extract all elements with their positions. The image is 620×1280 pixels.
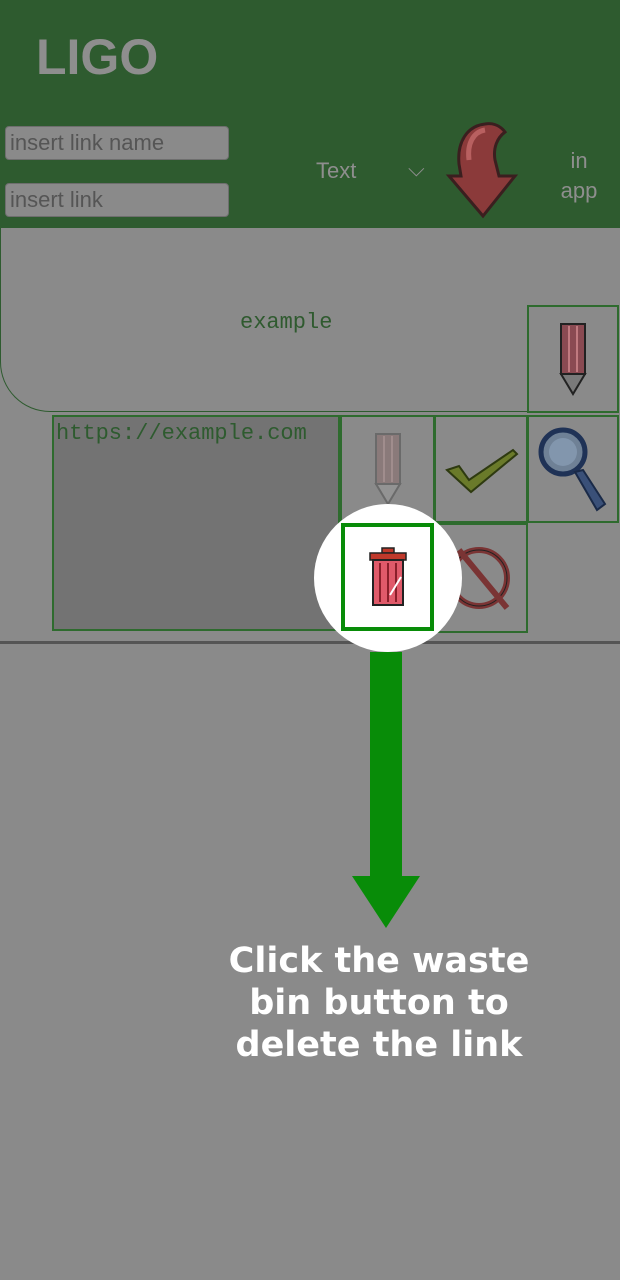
link-url-input[interactable] [6,184,236,216]
confirm-button[interactable] [434,415,528,523]
in-app-label: in app [560,148,598,203]
link-type-value: Text [316,158,357,183]
magnifier-icon [538,427,607,512]
link-type-select[interactable]: Text ⌵ [316,156,428,190]
link-item-url: https://example.com [56,421,307,446]
link-url-field[interactable] [5,183,236,217]
link-name-field[interactable] [5,126,236,160]
trash-icon [368,547,407,606]
pencil-icon [559,323,587,396]
add-link-button[interactable] [445,120,523,220]
down-arrow-icon [445,122,519,219]
app-title: LIGO [36,29,159,85]
open-link-button[interactable] [527,415,619,523]
link-item-name: example [240,310,333,335]
link-name-input[interactable] [6,127,236,159]
tutorial-arrow-icon [352,652,420,928]
pencil-icon [373,433,402,506]
list-divider [0,641,620,644]
link-item-url-box: https://example.com [52,415,340,631]
in-app-toggle[interactable]: in app [548,146,610,206]
tutorial-hint: Click the waste bin button to delete the… [228,941,530,1065]
delete-link-button[interactable] [341,523,434,631]
app-header: LIGO Text ⌵ in app [0,0,620,228]
chevron-down-icon: ⌵ [408,156,425,181]
edit-name-button[interactable] [527,305,619,413]
check-icon [445,448,519,494]
